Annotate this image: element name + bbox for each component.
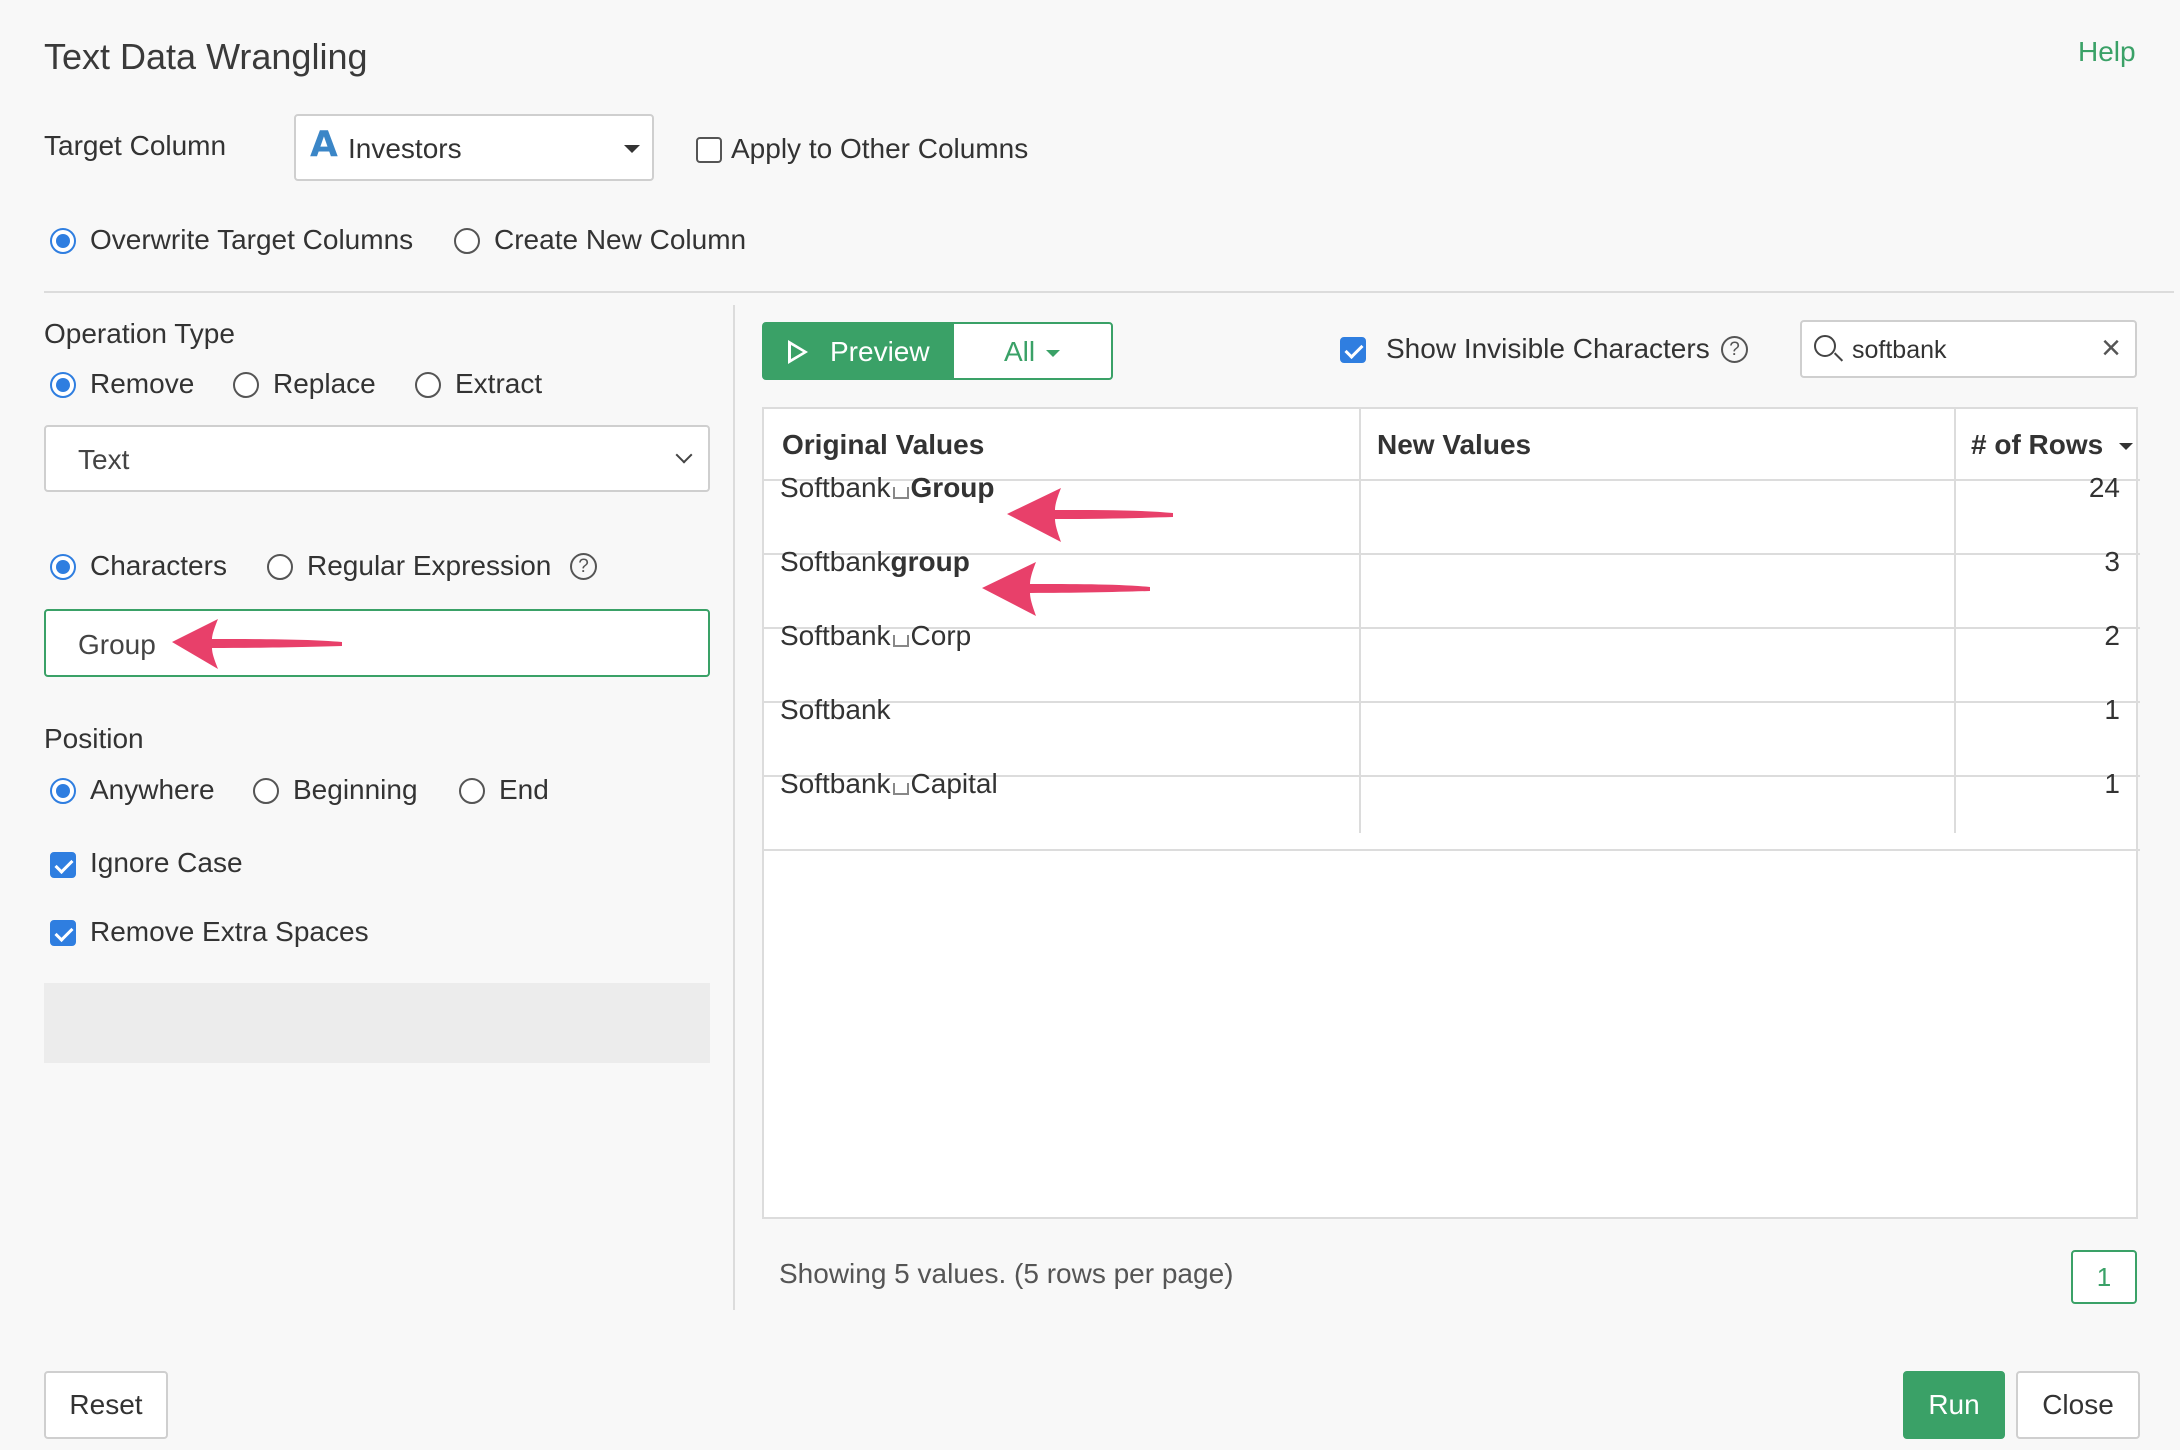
operation-kind-value: Text [78, 444, 130, 475]
sort-caret-icon [2119, 443, 2134, 450]
operation-type-label: Operation Type [44, 318, 235, 349]
caret-down-icon [1046, 350, 1060, 357]
original-value-suffix: Capital [910, 768, 998, 799]
original-value-suffix: Corp [910, 620, 972, 651]
original-value-cell: Softbank Group [780, 472, 995, 504]
preview-table: Original Values New Values # of Rows Sof… [762, 407, 2140, 1219]
remove-label: Remove [90, 368, 195, 399]
all-filter-label: All [1004, 336, 1036, 367]
space-marker-icon [892, 487, 909, 499]
row-count-cell: 24 [2088, 472, 2120, 503]
anywhere-radio[interactable] [50, 778, 76, 804]
code-preview-area [44, 983, 710, 1063]
apply-other-columns-checkbox[interactable] [696, 137, 722, 163]
regular-expression-label: Regular Expression [307, 550, 552, 581]
position-label: Position [44, 723, 144, 754]
space-marker-icon [892, 635, 909, 647]
original-value-text: Softbank [780, 768, 891, 799]
header-row-count-label: # of Rows [1971, 429, 2104, 460]
play-icon [788, 340, 808, 364]
search-box[interactable]: × [1800, 320, 2137, 378]
close-icon[interactable]: × [2101, 328, 2121, 368]
show-invisible-label: Show Invisible Characters [1386, 333, 1710, 364]
end-label: End [499, 774, 549, 805]
all-filter-dropdown[interactable]: All [952, 322, 1113, 380]
create-new-column-radio[interactable] [454, 228, 480, 254]
beginning-radio[interactable] [253, 778, 279, 804]
characters-input[interactable] [76, 625, 676, 665]
header-row-count[interactable]: # of Rows [1971, 429, 2134, 461]
preview-button[interactable]: Preview [762, 322, 954, 380]
original-value-cell: Softbank Corp [780, 620, 971, 652]
column-divider [1359, 409, 1361, 833]
remove-extra-spaces-checkbox[interactable] [50, 920, 76, 946]
characters-input-box[interactable] [44, 609, 710, 677]
remove-radio[interactable] [50, 372, 76, 398]
text-column-icon: A [310, 124, 338, 165]
remove-extra-spaces-label: Remove Extra Spaces [90, 916, 369, 947]
replace-radio[interactable] [233, 372, 259, 398]
ignore-case-checkbox[interactable] [50, 852, 76, 878]
dialog-title: Text Data Wrangling [44, 36, 368, 77]
target-column-label: Target Column [44, 130, 227, 161]
create-new-column-label: Create New Column [494, 224, 747, 255]
original-value-text: Softbank [780, 546, 891, 577]
regular-expression-radio[interactable] [267, 554, 293, 580]
help-link[interactable]: Help [2078, 36, 2136, 68]
operation-kind-select[interactable]: Text [44, 425, 710, 492]
row-count-cell: 1 [2104, 694, 2120, 725]
header-original-values[interactable]: Original Values [782, 429, 984, 461]
extract-radio[interactable] [415, 372, 441, 398]
overwrite-target-radio[interactable] [50, 228, 76, 254]
page-1-button[interactable]: 1 [2071, 1250, 2137, 1304]
beginning-label: Beginning [293, 774, 418, 805]
characters-radio[interactable] [50, 554, 76, 580]
matched-text: Group [910, 472, 995, 503]
invisible-help-icon[interactable]: ? [1721, 336, 1748, 363]
end-radio[interactable] [459, 778, 485, 804]
anywhere-label: Anywhere [90, 774, 215, 805]
chevron-down-icon [675, 446, 693, 464]
caret-down-icon [624, 145, 640, 153]
target-column-select[interactable]: A Investors [294, 114, 654, 181]
characters-label: Characters [90, 550, 227, 581]
pager-summary: Showing 5 values. (5 rows per page) [779, 1258, 1234, 1289]
row-divider [764, 553, 2140, 555]
search-input[interactable] [1850, 332, 2080, 368]
extract-label: Extract [455, 368, 543, 399]
reset-button[interactable]: Reset [44, 1371, 168, 1439]
annotation-arrow-icon [982, 562, 1150, 616]
original-value-cell: Softbank Capital [780, 768, 998, 800]
header-new-values[interactable]: New Values [1377, 429, 1531, 461]
row-count-cell: 2 [2104, 620, 2120, 651]
row-divider [764, 701, 2140, 703]
divider-vertical [733, 305, 735, 1310]
row-divider [764, 849, 2140, 851]
ignore-case-label: Ignore Case [90, 847, 243, 878]
space-marker-icon [892, 783, 909, 795]
original-value-text: Softbank [780, 694, 891, 725]
preview-label: Preview [830, 336, 930, 367]
annotation-arrow-icon [1007, 488, 1173, 542]
replace-label: Replace [273, 368, 376, 399]
regex-help-icon[interactable]: ? [570, 553, 597, 580]
overwrite-target-label: Overwrite Target Columns [90, 224, 414, 255]
search-icon [1814, 335, 1836, 357]
annotation-arrow-icon [172, 619, 342, 669]
matched-text: group [890, 546, 970, 577]
divider-horizontal [44, 291, 2174, 293]
row-count-cell: 3 [2104, 546, 2120, 577]
column-divider [1954, 409, 1956, 833]
original-value-cell: Softbank [780, 694, 891, 726]
original-value-cell: Softbankgroup [780, 546, 970, 578]
apply-other-columns-label: Apply to Other Columns [731, 133, 1029, 164]
original-value-text: Softbank [780, 472, 891, 503]
show-invisible-checkbox[interactable] [1340, 337, 1366, 363]
original-value-text: Softbank [780, 620, 891, 651]
run-button[interactable]: Run [1903, 1371, 2005, 1439]
row-count-cell: 1 [2104, 768, 2120, 799]
target-column-value: Investors [348, 133, 462, 164]
close-button[interactable]: Close [2016, 1371, 2140, 1439]
